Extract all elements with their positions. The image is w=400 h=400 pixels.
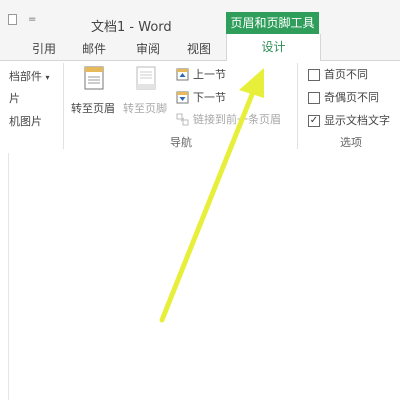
annotation-arrow-icon	[159, 68, 264, 323]
